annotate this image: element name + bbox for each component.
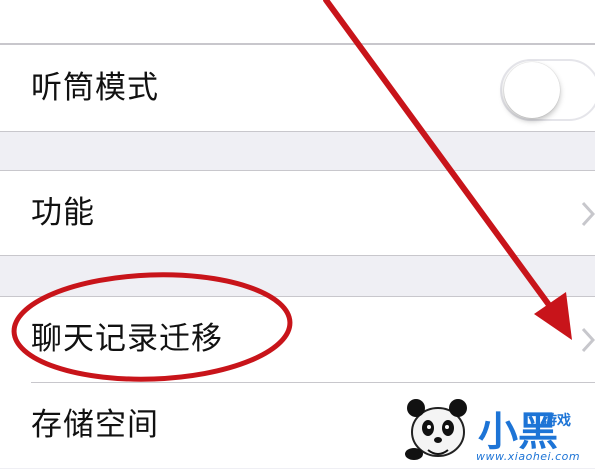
earpiece-mode-toggle[interactable] <box>500 59 595 121</box>
watermark-sub: 游戏 <box>543 413 571 429</box>
chat-history-migration-label: 聊天记录迁移 <box>31 321 223 357</box>
settings-row-earpiece-mode: 听筒模式 <box>0 44 595 132</box>
storage-label: 存储空间 <box>31 407 159 443</box>
settings-row-features[interactable]: 功能 <box>0 170 595 256</box>
toggle-knob <box>504 62 560 118</box>
chevron-right-icon <box>581 327 595 353</box>
chevron-right-icon <box>581 201 595 227</box>
watermark-url: www.xiaohei.com <box>476 450 581 463</box>
settings-row-chat-history-migration[interactable]: 聊天记录迁移 <box>0 297 595 382</box>
settings-row-top-remnant <box>0 0 595 44</box>
earpiece-mode-label: 听筒模式 <box>31 70 159 106</box>
features-label: 功能 <box>31 195 95 231</box>
